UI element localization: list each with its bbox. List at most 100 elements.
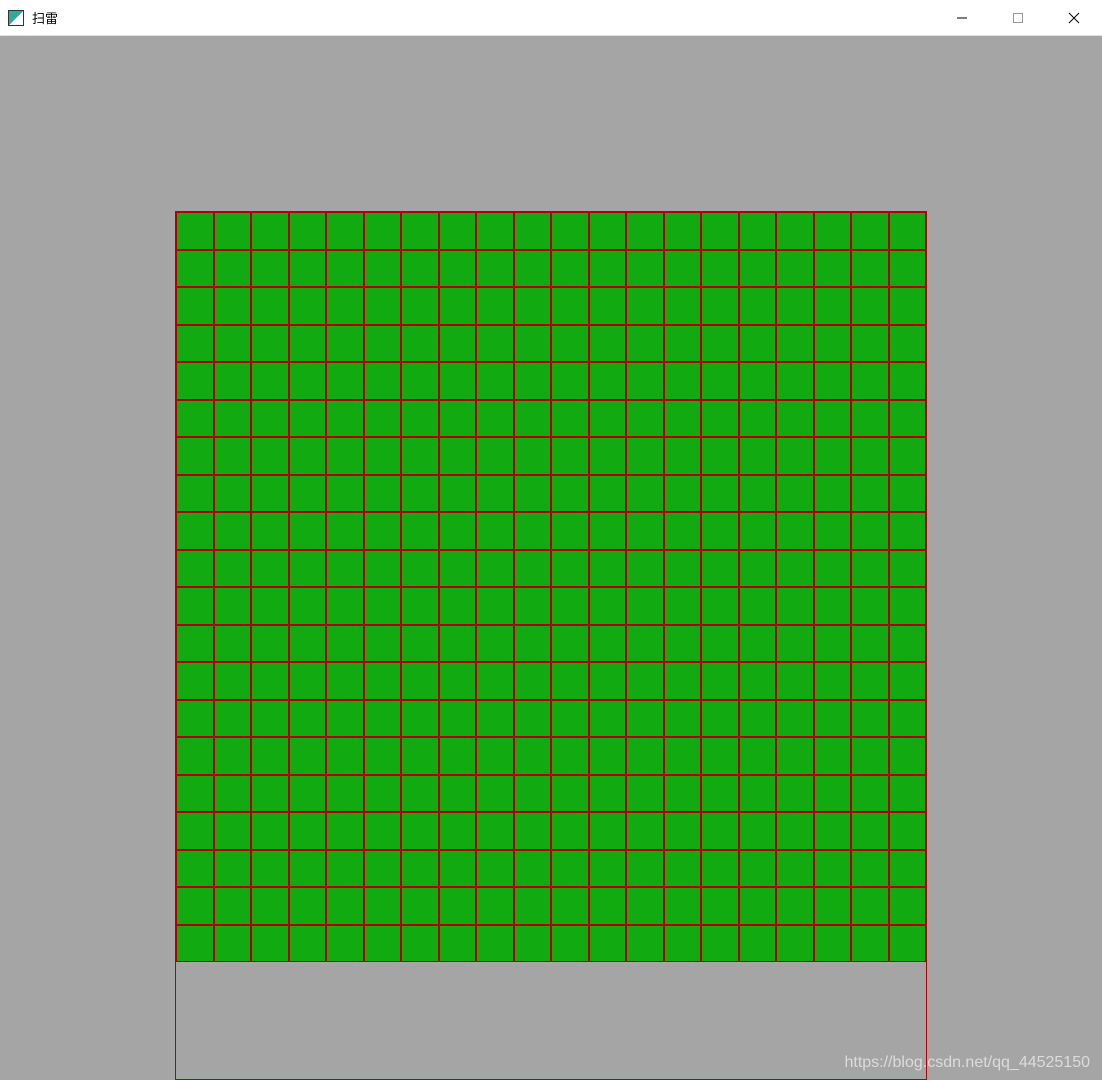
grid-cell[interactable]: [589, 400, 627, 438]
grid-cell[interactable]: [851, 437, 889, 475]
grid-cell[interactable]: [401, 212, 439, 250]
grid-cell[interactable]: [701, 812, 739, 850]
grid-cell[interactable]: [439, 737, 477, 775]
grid-cell[interactable]: [589, 212, 627, 250]
grid-cell[interactable]: [851, 475, 889, 513]
grid-cell[interactable]: [664, 775, 702, 813]
grid-cell[interactable]: [401, 400, 439, 438]
grid-cell[interactable]: [439, 925, 477, 963]
grid-cell[interactable]: [701, 850, 739, 888]
grid-cell[interactable]: [814, 362, 852, 400]
grid-cell[interactable]: [776, 662, 814, 700]
grid-cell[interactable]: [776, 550, 814, 588]
grid-cell[interactable]: [214, 250, 252, 288]
grid-cell[interactable]: [401, 437, 439, 475]
grid-cell[interactable]: [289, 325, 327, 363]
grid-cell[interactable]: [251, 475, 289, 513]
grid-cell[interactable]: [364, 437, 402, 475]
grid-cell[interactable]: [851, 925, 889, 963]
grid-cell[interactable]: [214, 212, 252, 250]
grid-cell[interactable]: [626, 850, 664, 888]
grid-cell[interactable]: [626, 400, 664, 438]
grid-cell[interactable]: [589, 700, 627, 738]
grid-cell[interactable]: [589, 437, 627, 475]
grid-cell[interactable]: [251, 362, 289, 400]
grid-cell[interactable]: [889, 437, 927, 475]
grid-cell[interactable]: [439, 700, 477, 738]
grid-cell[interactable]: [776, 362, 814, 400]
grid-cell[interactable]: [551, 850, 589, 888]
grid-cell[interactable]: [814, 212, 852, 250]
grid-cell[interactable]: [626, 475, 664, 513]
grid-cell[interactable]: [326, 925, 364, 963]
grid-cell[interactable]: [476, 250, 514, 288]
grid-cell[interactable]: [401, 925, 439, 963]
grid-cell[interactable]: [439, 850, 477, 888]
grid-cell[interactable]: [251, 925, 289, 963]
grid-cell[interactable]: [739, 512, 777, 550]
grid-cell[interactable]: [626, 587, 664, 625]
grid-cell[interactable]: [776, 850, 814, 888]
grid-cell[interactable]: [814, 250, 852, 288]
grid-cell[interactable]: [364, 662, 402, 700]
grid-cell[interactable]: [776, 250, 814, 288]
grid-cell[interactable]: [514, 812, 552, 850]
grid-cell[interactable]: [739, 662, 777, 700]
grid-cell[interactable]: [776, 812, 814, 850]
grid-cell[interactable]: [251, 287, 289, 325]
grid-cell[interactable]: [589, 812, 627, 850]
grid-cell[interactable]: [476, 362, 514, 400]
grid-cell[interactable]: [851, 737, 889, 775]
grid-cell[interactable]: [289, 550, 327, 588]
grid-cell[interactable]: [589, 325, 627, 363]
grid-cell[interactable]: [776, 287, 814, 325]
grid-cell[interactable]: [701, 700, 739, 738]
grid-cell[interactable]: [851, 625, 889, 663]
grid-cell[interactable]: [851, 512, 889, 550]
grid-cell[interactable]: [401, 287, 439, 325]
grid-cell[interactable]: [214, 812, 252, 850]
grid-cell[interactable]: [701, 550, 739, 588]
grid-cell[interactable]: [251, 850, 289, 888]
grid-cell[interactable]: [176, 625, 214, 663]
grid-cell[interactable]: [851, 850, 889, 888]
grid-cell[interactable]: [851, 812, 889, 850]
grid-cell[interactable]: [514, 250, 552, 288]
grid-cell[interactable]: [889, 325, 927, 363]
grid-cell[interactable]: [814, 775, 852, 813]
grid-cell[interactable]: [551, 887, 589, 925]
grid-cell[interactable]: [626, 662, 664, 700]
grid-cell[interactable]: [814, 400, 852, 438]
grid-cell[interactable]: [664, 700, 702, 738]
grid-cell[interactable]: [739, 212, 777, 250]
grid-cell[interactable]: [514, 625, 552, 663]
grid-cell[interactable]: [401, 887, 439, 925]
grid-cell[interactable]: [514, 925, 552, 963]
grid-cell[interactable]: [589, 850, 627, 888]
grid-cell[interactable]: [476, 475, 514, 513]
grid-cell[interactable]: [814, 737, 852, 775]
grid-cell[interactable]: [514, 437, 552, 475]
grid-cell[interactable]: [514, 700, 552, 738]
grid-cell[interactable]: [326, 587, 364, 625]
grid-cell[interactable]: [814, 437, 852, 475]
grid-cell[interactable]: [476, 775, 514, 813]
grid-cell[interactable]: [176, 887, 214, 925]
grid-cell[interactable]: [364, 400, 402, 438]
grid-cell[interactable]: [514, 512, 552, 550]
maximize-button[interactable]: [990, 0, 1046, 35]
grid-cell[interactable]: [364, 737, 402, 775]
grid-cell[interactable]: [551, 925, 589, 963]
grid-cell[interactable]: [776, 700, 814, 738]
grid-cell[interactable]: [551, 437, 589, 475]
grid-cell[interactable]: [664, 512, 702, 550]
grid-cell[interactable]: [739, 362, 777, 400]
grid-cell[interactable]: [589, 662, 627, 700]
grid-cell[interactable]: [664, 475, 702, 513]
grid-cell[interactable]: [664, 325, 702, 363]
grid-cell[interactable]: [401, 700, 439, 738]
grid-cell[interactable]: [326, 850, 364, 888]
grid-cell[interactable]: [176, 550, 214, 588]
grid-cell[interactable]: [251, 812, 289, 850]
grid-cell[interactable]: [551, 662, 589, 700]
